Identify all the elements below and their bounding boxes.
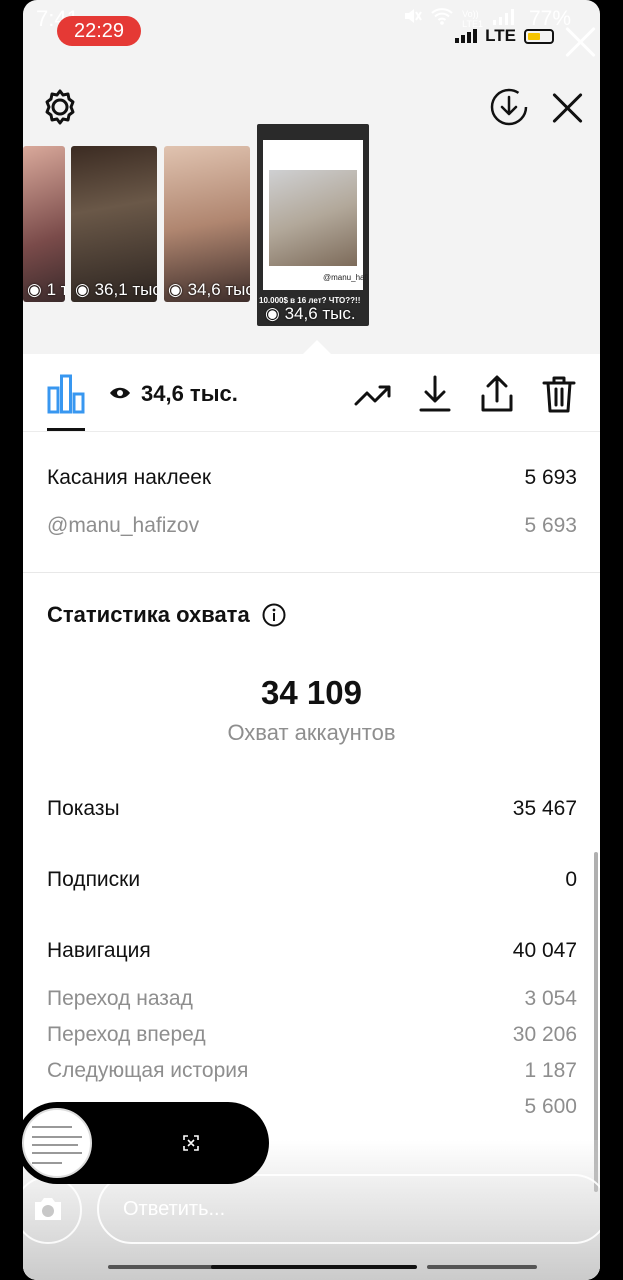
selection-pointer (303, 340, 331, 354)
signal-icon (491, 6, 521, 32)
mute-icon (402, 6, 422, 32)
story-frame: LTE ◉ 1 тыс. ◉ 36,1 тыс. ◉ 34,6 тыс. (23, 0, 600, 1280)
sticker-taps-value: 5 693 (524, 466, 577, 489)
accounts-reached-label: Охват аккаунтов (227, 720, 396, 745)
camera-button[interactable] (23, 1176, 82, 1244)
impressions-value: 35 467 (512, 797, 577, 820)
story-thumbnail-selected[interactable]: @manu_hafizov 10.000$ в 16 лет? ЧТО??!! … (257, 124, 369, 326)
reply-input[interactable]: Ответить... (97, 1174, 600, 1244)
thumbnail-views: ◉ 1 тыс. (27, 280, 65, 299)
impressions-row: Показы 35 467 (47, 794, 577, 824)
accounts-reached-value: 34 109 (261, 674, 362, 711)
next-story-label: Следующая история (47, 1059, 249, 1082)
settings-icon[interactable] (41, 88, 79, 126)
reply-placeholder: Ответить... (123, 1197, 226, 1220)
wifi-icon (430, 6, 454, 32)
home-indicator-left (108, 1265, 218, 1269)
trash-icon[interactable] (539, 374, 579, 414)
story-thumbnails: ◉ 1 тыс. ◉ 36,1 тыс. ◉ 34,6 тыс. @manu_h… (23, 124, 600, 364)
sticker-taps-label: Касания наклеек (47, 466, 212, 489)
back-row: Переход назад 3 054 (47, 984, 577, 1014)
exited-value: 5 600 (524, 1095, 577, 1118)
forward-row: Переход вперед 30 206 (47, 1020, 577, 1050)
next-story-value: 1 187 (524, 1059, 577, 1082)
status-icons-right: Vo)) LTE1 77% (402, 6, 571, 32)
follows-label: Подписки (47, 868, 141, 891)
impressions-label: Показы (47, 797, 120, 820)
close-icon[interactable] (549, 90, 585, 126)
thumbnail-post-card: @manu_hafizov (263, 140, 369, 290)
story-thumbnail[interactable]: ◉ 36,1 тыс. (71, 146, 157, 302)
save-story-icon[interactable] (489, 87, 529, 127)
story-views: 34,6 тыс. (141, 381, 238, 406)
sticker-taps-row: Касания наклеек 5 693 (47, 454, 577, 502)
metrics-list: Показы 35 467 Подписки 0 Навигация 40 04… (47, 794, 577, 1122)
thumbnail-views: ◉ 34,6 тыс. (168, 280, 250, 299)
story-thumbnail[interactable]: ◉ 34,6 тыс. (164, 146, 250, 302)
info-icon[interactable] (262, 603, 286, 627)
navigation-label: Навигация (47, 939, 151, 962)
active-tab-underline (47, 428, 85, 431)
eye-icon (109, 382, 131, 404)
close-overlay-icon[interactable] (563, 24, 597, 58)
mention-value: 5 693 (524, 514, 577, 537)
volte-label: Vo)) LTE1 (462, 9, 483, 29)
story-thumbnail[interactable]: ◉ 1 тыс. (23, 146, 65, 302)
thumbnail-views: ◉ 36,1 тыс. (75, 280, 157, 299)
mention-label: @manu_hafizov (47, 514, 200, 537)
insights-actionbar: 34,6 тыс. (23, 354, 600, 432)
download-icon[interactable] (415, 374, 455, 414)
share-icon[interactable] (477, 374, 517, 414)
forward-value: 30 206 (512, 1023, 577, 1046)
recorder-preview-thumbnail[interactable] (22, 1108, 92, 1178)
thumbnail-photo (269, 170, 357, 266)
trending-icon[interactable] (353, 374, 393, 414)
recording-timer[interactable]: 22:29 (57, 16, 141, 46)
screen-recorder-pill[interactable] (16, 1102, 269, 1184)
follows-value: 0 (565, 868, 577, 891)
sticker-taps-section: Касания наклеек 5 693 @manu_hafizov 5 69… (47, 454, 577, 550)
back-value: 3 054 (524, 987, 577, 1010)
mention-row[interactable]: @manu_hafizov 5 693 (47, 502, 577, 550)
expand-icon[interactable] (182, 1134, 200, 1152)
reach-title: Статистика охвата (47, 602, 286, 628)
next-story-row: Следующая история 1 187 (47, 1056, 577, 1086)
follows-row: Подписки 0 (47, 865, 577, 895)
back-label: Переход назад (47, 987, 193, 1010)
home-indicator-right (427, 1265, 537, 1269)
thumbnail-handle: @manu_hafizov (323, 273, 369, 282)
reach-title-text: Статистика охвата (47, 602, 250, 627)
navigation-value: 40 047 (512, 939, 577, 962)
navigation-row: Навигация 40 047 (47, 936, 577, 966)
bar-chart-icon[interactable] (47, 374, 85, 414)
forward-label: Переход вперед (47, 1023, 206, 1046)
thumbnail-views: ◉ 34,6 тыс. (265, 304, 356, 323)
section-divider (23, 572, 600, 573)
home-indicator (211, 1265, 417, 1269)
